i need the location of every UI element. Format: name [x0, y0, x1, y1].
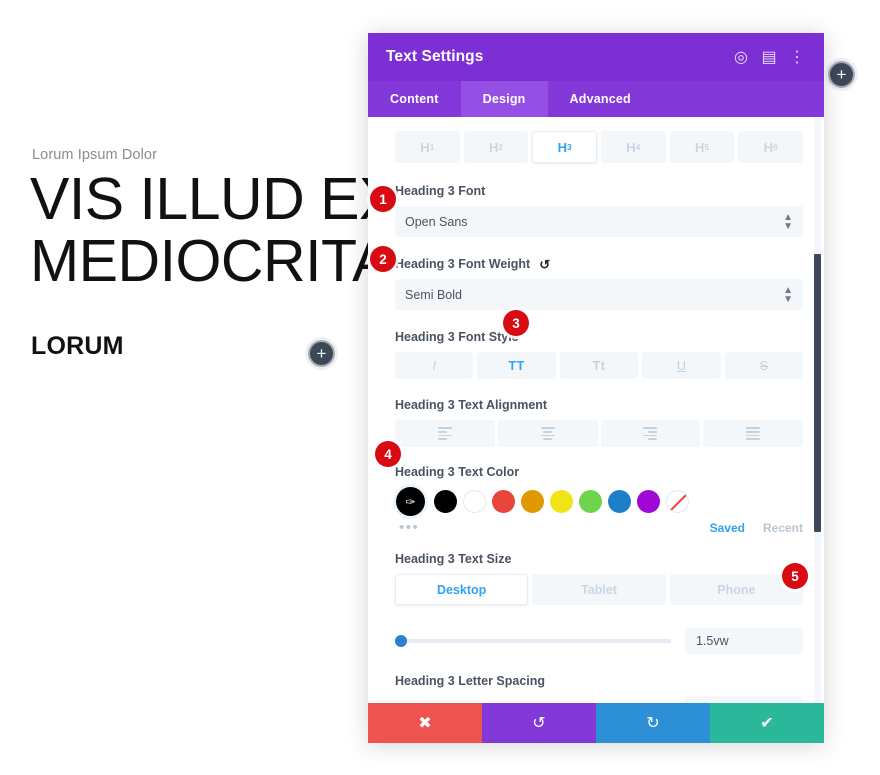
heading-level-tabs: H1 H2 H3 H4 H5 H6 [395, 131, 804, 163]
text-color-label: Heading 3 Text Color [395, 465, 803, 479]
font-style-label-text: Heading 3 Font Style [395, 330, 519, 344]
swatch-transparent[interactable] [666, 490, 689, 513]
heading-level-h4[interactable]: H4 [601, 131, 666, 163]
capitalize-icon[interactable]: Tt [559, 352, 639, 379]
font-label: Heading 3 Font [395, 184, 803, 198]
save-button[interactable]: ✔ [710, 703, 824, 743]
preview-eyebrow-text: Lorum Ipsum Dolor [32, 147, 157, 163]
font-select-value: Open Sans [405, 214, 468, 229]
uppercase-icon[interactable]: TT [477, 352, 556, 379]
heading-level-h1[interactable]: H1 [395, 131, 460, 163]
letter-spacing-label-text: Heading 3 Letter Spacing [395, 674, 546, 688]
align-center-icon[interactable] [497, 420, 598, 447]
swatch-orange[interactable] [521, 490, 544, 513]
italic-icon[interactable]: I [395, 352, 474, 379]
focus-target-icon[interactable]: ◎ [728, 44, 754, 70]
heading-level-h6[interactable]: H6 [738, 131, 804, 163]
more-swatches-icon[interactable]: ••• [399, 520, 692, 535]
color-swatch-row: ✑ [395, 487, 803, 516]
font-style-label: Heading 3 Font Style [395, 330, 803, 344]
text-settings-modal: Text Settings ◎ ▤ ⋮ Content Design Advan… [368, 33, 824, 743]
swatch-red[interactable] [492, 490, 515, 513]
chevron-updown-icon: ▲ ▼ [783, 284, 793, 305]
device-tabs: Desktop Tablet Phone [395, 574, 803, 605]
heading-level-h5[interactable]: H5 [669, 131, 735, 163]
step-badge-4: 4 [375, 441, 401, 467]
modal-tab-bar: Content Design Advanced [368, 81, 824, 117]
font-weight-select-value: Semi Bold [405, 287, 462, 302]
add-section-button[interactable]: + [828, 61, 855, 88]
swatch-black[interactable] [434, 490, 457, 513]
font-select[interactable]: Open Sans ▲ ▼ [395, 206, 803, 237]
text-size-value-input[interactable]: 1.5vw [685, 628, 803, 654]
text-alignment-buttons [395, 420, 803, 447]
cancel-button[interactable]: ✖ [368, 703, 482, 743]
font-weight-label: Heading 3 Font Weight ↺ [395, 257, 803, 271]
text-size-label: Heading 3 Text Size [395, 552, 803, 566]
slider-track [395, 639, 671, 643]
modal-titlebar: Text Settings ◎ ▤ ⋮ [368, 33, 824, 81]
text-color-label-text: Heading 3 Text Color [395, 465, 520, 479]
slider-thumb[interactable] [395, 635, 407, 647]
step-badge-1: 1 [370, 186, 396, 212]
text-size-slider-row: 1.5vw [395, 628, 803, 654]
tab-design[interactable]: Design [460, 81, 548, 117]
modal-title: Text Settings [386, 48, 484, 65]
swatch-yellow[interactable] [550, 490, 573, 513]
undo-button[interactable]: ↺ [482, 703, 596, 743]
letter-spacing-value-input[interactable]: 0px [685, 696, 803, 703]
tab-content[interactable]: Content [368, 81, 461, 117]
saved-colors-tab[interactable]: Saved [710, 521, 745, 535]
heading-level-h2[interactable]: H2 [463, 131, 529, 163]
strikethrough-icon[interactable]: S [724, 352, 804, 379]
panel-scrollbar[interactable] [814, 117, 821, 703]
letter-spacing-slider-row: 0px [395, 696, 803, 703]
device-tab-desktop[interactable]: Desktop [395, 574, 529, 605]
redo-button[interactable]: ↻ [596, 703, 710, 743]
step-badge-3: 3 [503, 310, 529, 336]
font-style-buttons: I TT Tt U S [395, 352, 804, 379]
modal-body: H1 H2 H3 H4 H5 H6 Heading 3 Font Open Sa… [368, 117, 824, 703]
reset-icon[interactable]: ↺ [539, 258, 550, 271]
font-weight-label-text: Heading 3 Font Weight [395, 257, 531, 271]
font-weight-select[interactable]: Semi Bold ▲ ▼ [395, 279, 803, 310]
screen-root: Lorum Ipsum Dolor VIS ILLUD EX MEDIOCRIT… [0, 0, 880, 775]
preview-sub-heading: LORUM [31, 332, 124, 360]
letter-spacing-slider[interactable] [395, 702, 671, 703]
more-options-icon[interactable]: ⋮ [784, 44, 810, 70]
color-meta-row: ••• Saved Recent [395, 520, 803, 535]
font-label-text: Heading 3 Font [395, 184, 486, 198]
align-right-icon[interactable] [600, 420, 701, 447]
step-badge-2: 2 [370, 246, 396, 272]
text-alignment-label-text: Heading 3 Text Alignment [395, 398, 548, 412]
align-justify-icon[interactable] [703, 420, 803, 447]
swatch-blue[interactable] [608, 490, 631, 513]
swatch-white[interactable] [463, 490, 486, 513]
text-size-slider[interactable] [395, 634, 671, 648]
modal-action-bar: ✖ ↺ ↻ ✔ [368, 703, 824, 743]
layout-panel-icon[interactable]: ▤ [756, 44, 782, 70]
add-module-button[interactable]: + [308, 340, 335, 367]
recent-colors-tab[interactable]: Recent [763, 521, 803, 535]
eyedropper-icon[interactable]: ✑ [396, 487, 425, 516]
swatch-purple[interactable] [637, 490, 660, 513]
tab-advanced[interactable]: Advanced [548, 81, 653, 117]
page-preview: Lorum Ipsum Dolor VIS ILLUD EX MEDIOCRIT… [0, 0, 398, 775]
text-size-label-text: Heading 3 Text Size [395, 552, 512, 566]
underline-icon[interactable]: U [642, 352, 721, 379]
letter-spacing-label: Heading 3 Letter Spacing [395, 674, 803, 688]
align-left-icon[interactable] [395, 420, 495, 447]
step-badge-5: 5 [782, 563, 808, 589]
device-tab-tablet[interactable]: Tablet [532, 574, 666, 605]
heading-level-h3[interactable]: H3 [532, 131, 598, 163]
panel-scrollbar-thumb[interactable] [814, 254, 821, 532]
swatch-green[interactable] [579, 490, 602, 513]
chevron-updown-icon: ▲ ▼ [783, 211, 793, 232]
text-alignment-label: Heading 3 Text Alignment [395, 398, 803, 412]
